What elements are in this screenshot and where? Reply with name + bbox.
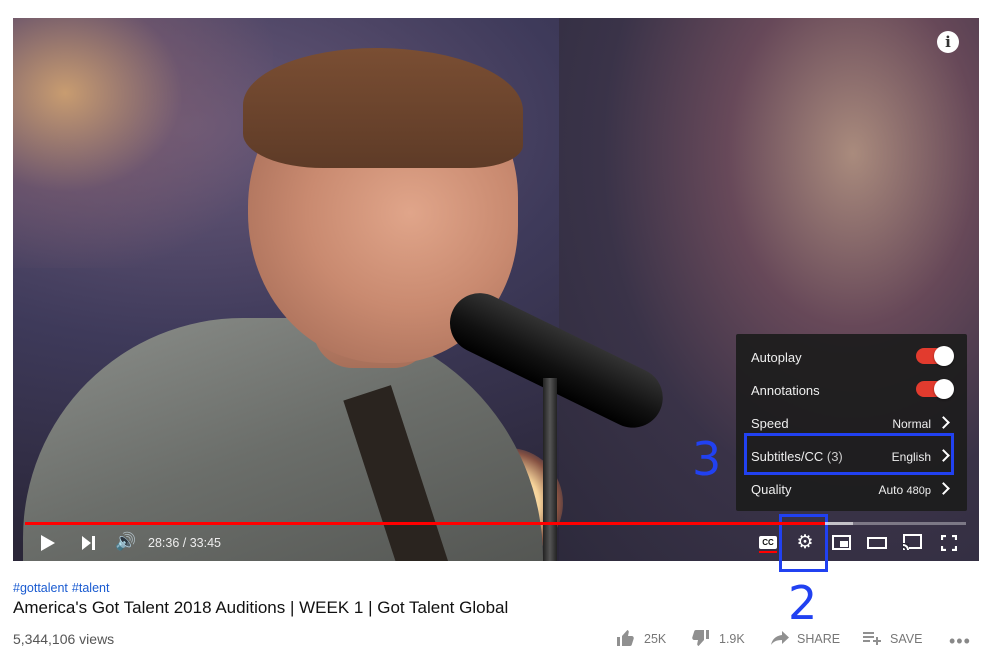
autoplay-toggle[interactable]	[916, 346, 954, 366]
menu-item-annotations[interactable]: Annotations	[736, 373, 967, 406]
play-icon[interactable]	[41, 535, 55, 551]
menu-item-autoplay[interactable]: Autoplay	[736, 340, 967, 373]
menu-item-label: Speed	[751, 416, 789, 431]
hashtags: #gottalent #talent	[13, 581, 113, 595]
menu-item-label: Autoplay	[751, 350, 802, 365]
cc-icon[interactable]: CC	[759, 536, 777, 549]
next-icon[interactable]	[82, 536, 96, 550]
more-icon[interactable]: •••	[949, 632, 971, 650]
share-button[interactable]: SHARE	[797, 632, 840, 646]
menu-item-label: Annotations	[751, 383, 820, 398]
menu-item-value: Auto 480p	[878, 483, 931, 497]
miniplayer-icon[interactable]	[832, 535, 851, 550]
save-button[interactable]: SAVE	[890, 632, 922, 646]
dislike-count[interactable]: 1.9K	[719, 632, 745, 646]
fullscreen-icon[interactable]	[940, 534, 958, 552]
menu-item-value: Normal	[892, 417, 931, 431]
settings-menu: Autoplay Annotations Speed Normal Subtit…	[736, 334, 967, 511]
toggle-knob	[934, 346, 954, 366]
cast-icon[interactable]	[902, 534, 922, 551]
chevron-right-icon	[937, 416, 950, 429]
menu-item-label: Quality	[751, 482, 792, 497]
progress-played	[25, 522, 825, 525]
thumbs-up-icon[interactable]	[617, 630, 635, 651]
annotation-box-subtitles	[744, 433, 954, 475]
like-count[interactable]: 25K	[644, 632, 666, 646]
annotation-number-2: 2	[788, 576, 818, 630]
stage-glow	[13, 18, 273, 268]
chevron-right-icon	[937, 482, 950, 495]
video-title: America's Got Talent 2018 Auditions | WE…	[13, 598, 509, 617]
info-icon[interactable]: i	[937, 31, 959, 53]
thumbs-down-icon[interactable]	[691, 630, 709, 651]
theater-icon[interactable]	[867, 537, 887, 549]
gear-icon[interactable]: ⚙	[795, 533, 815, 553]
annotations-toggle[interactable]	[916, 379, 954, 399]
performer-hair	[243, 48, 523, 168]
quality-resolution: 480p	[906, 485, 931, 497]
hashtag-link[interactable]: #gottalent	[13, 581, 68, 595]
hashtag-link[interactable]: #talent	[72, 581, 110, 595]
annotation-number-3: 3	[692, 432, 722, 486]
cc-active-indicator	[759, 551, 777, 553]
youtube-watch-page: i Autoplay Annotations Speed Normal Subt…	[0, 0, 998, 665]
volume-icon[interactable]: 🔊	[115, 533, 136, 551]
share-icon[interactable]	[771, 630, 789, 650]
view-count: 5,344,106 views	[13, 631, 115, 647]
time-display: 28:36 / 33:45	[148, 536, 221, 550]
quality-value: Auto	[878, 483, 904, 497]
save-icon[interactable]	[863, 630, 881, 650]
microphone-stand	[543, 378, 557, 561]
menu-item-quality[interactable]: Quality Auto 480p	[736, 472, 967, 505]
toggle-knob	[934, 379, 954, 399]
progress-bar[interactable]	[25, 522, 966, 525]
